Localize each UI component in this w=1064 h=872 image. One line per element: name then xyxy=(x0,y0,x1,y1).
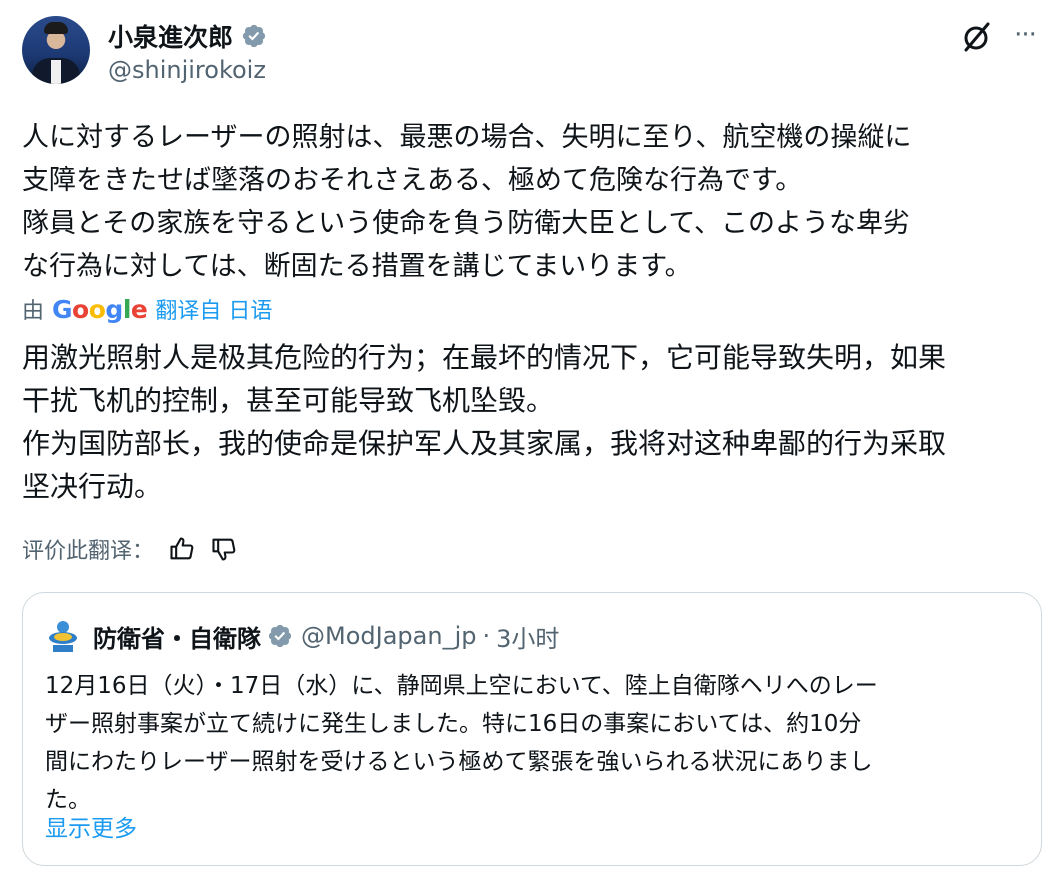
translation-line: 作为国防部长，我的使命是保护军人及其家属，我将对这种卑鄙的行为采取 xyxy=(22,427,947,460)
quoted-post-header: 防衛省・自衛隊 @ModJapan_jp · 3小时 xyxy=(45,617,559,655)
thumbs-up-icon[interactable] xyxy=(168,535,196,563)
show-more-link[interactable]: 显示更多 xyxy=(45,809,137,843)
avatar-shirt xyxy=(51,60,61,84)
rate-translation-row: 评价此翻译： xyxy=(22,532,238,566)
translated-from-link[interactable]: 翻译自 日语 xyxy=(155,293,272,325)
quoted-timestamp[interactable]: 3小时 xyxy=(496,619,559,654)
quoted-post-card[interactable]: 防衛省・自衛隊 @ModJapan_jp · 3小时 12月16日（火）・17日… xyxy=(22,592,1042,866)
translation-line: 坚决行动。 xyxy=(22,470,163,503)
mod-japan-logo-icon xyxy=(49,621,77,652)
grok-slash-icon[interactable] xyxy=(960,20,994,54)
quoted-line: ザー照射事案が立て続けに発生しました。特に16日の事案においては、約10分 xyxy=(45,711,862,737)
quoted-line: た。 xyxy=(45,787,91,813)
quoted-line: 間にわたりレーザー照射を受けるという極めて緊張を強いられる状況にありまし xyxy=(45,749,873,775)
verified-badge-icon xyxy=(268,624,292,648)
quoted-post-text: 12月16日（火）・17日（水）に、静岡県上空において、陸上自衛隊ヘリへのレーザ… xyxy=(45,667,1025,819)
post-original-text: 人に対するレーザーの照射は、最悪の場合、失明に至り、航空機の操縦に 支障をきたせ… xyxy=(22,116,1042,288)
more-options-icon[interactable]: ··· xyxy=(1008,22,1042,52)
verified-badge-icon xyxy=(242,24,266,48)
quoted-display-name[interactable]: 防衛省・自衛隊 xyxy=(93,619,261,654)
original-line: 支障をきたせば墜落のおそれさえある、極めて危険な行為です。 xyxy=(22,165,803,196)
quoted-line: 12月16日（火）・17日（水）に、静岡県上空において、陸上自衛隊ヘリへのレー xyxy=(45,673,878,699)
author-display-name[interactable]: 小泉進次郎 xyxy=(108,18,233,54)
translation-line: 用激光照射人是极其危险的行为；在最坏的情况下，它可能导致失明，如果 xyxy=(22,341,947,374)
post-header: 小泉進次郎 @shinjirokoiz ··· xyxy=(22,14,1042,90)
translated-by-row: 由 Google 翻译自 日语 xyxy=(22,292,272,326)
original-line: 隊員とその家族を守るという使命を負う防衛大臣として、このような卑劣 xyxy=(22,208,911,239)
original-line: な行為に対しては、断固たる措置を講じてまいります。 xyxy=(22,251,692,282)
rate-translation-label: 评价此翻译： xyxy=(22,539,155,564)
avatar-hair xyxy=(44,22,68,34)
quoted-handle[interactable]: @ModJapan_jp xyxy=(301,622,476,650)
translated-by-prefix: 由 xyxy=(22,299,45,324)
quoted-separator: · xyxy=(482,622,491,650)
author-name-row: 小泉進次郎 xyxy=(108,18,267,54)
google-logo[interactable]: Google xyxy=(52,295,148,324)
author-handle[interactable]: @shinjirokoiz xyxy=(108,56,266,84)
post-translation-text: 用激光照射人是极其危险的行为；在最坏的情况下，它可能导致失明，如果 干扰飞机的控… xyxy=(22,336,1042,508)
author-avatar[interactable] xyxy=(22,16,90,84)
thumbs-down-icon[interactable] xyxy=(210,535,238,563)
translation-line: 干扰飞机的控制，甚至可能导致飞机坠毁。 xyxy=(22,384,555,417)
original-line: 人に対するレーザーの照射は、最悪の場合、失明に至り、航空機の操縦に xyxy=(22,122,912,153)
